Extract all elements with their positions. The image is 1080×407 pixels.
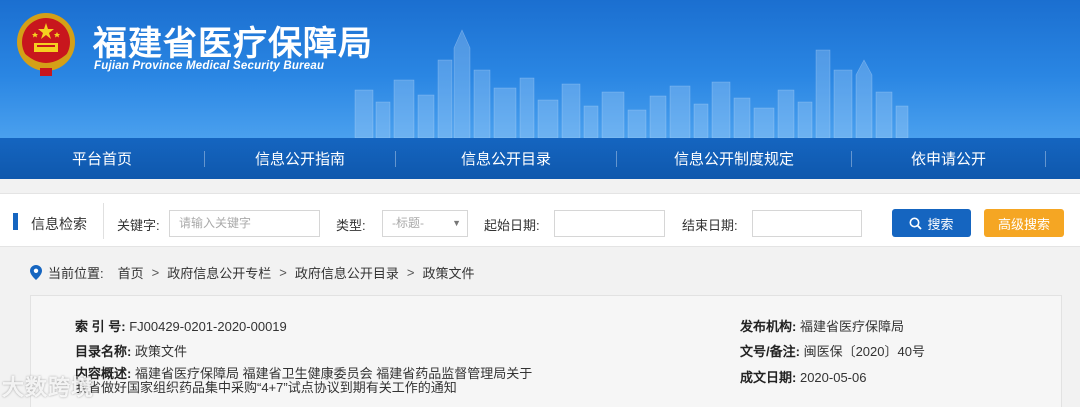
search-title: 信息检索 [31, 216, 87, 232]
docno-value: 闽医保〔2020〕40号 [803, 344, 925, 359]
main-nav: 平台首页 信息公开指南 信息公开目录 信息公开制度规定 依申请公开 [0, 138, 1080, 179]
date-row: 成文日期: 2020-05-06 [740, 367, 866, 386]
start-date-label: 起始日期: [484, 218, 540, 233]
chevron-down-icon: ▼ [452, 218, 461, 228]
search-button[interactable]: 搜索 [892, 209, 971, 237]
site-title: 福建省医疗保障局 [93, 24, 373, 64]
publisher-value: 福建省医疗保障局 [799, 319, 904, 334]
nav-divider [1045, 150, 1046, 167]
summary-value: 福建省医疗保障局 福建省卫生健康委员会 福建省药品监督管理局关于我省做好国家组织… [75, 366, 533, 395]
breadcrumb-separator: > [279, 265, 287, 280]
breadcrumb-item-home[interactable]: 首页 [118, 263, 144, 282]
search-panel: 信息检索 关键字: 请输入关键字 类型: -标题- ▼ 起始日期: 结束日期: … [0, 193, 1080, 247]
document-info-card: 索 引 号: FJ00429-0201-2020-00019 目录名称: 政策文… [30, 295, 1062, 407]
type-select-value: -标题- [392, 216, 424, 230]
publisher-row: 发布机构: 福建省医疗保障局 [740, 316, 904, 335]
site-title-en: Fujian Province Medical Security Bureau [94, 60, 325, 72]
breadcrumb-separator: > [151, 265, 160, 280]
header-banner: 福建省医疗保障局 Fujian Province Medical Securit… [0, 0, 1080, 138]
index-value: FJ00429-0201-2020-00019 [129, 319, 287, 334]
start-date-input[interactable] [554, 210, 665, 237]
location-pin-icon [30, 265, 42, 280]
breadcrumb-item-policy[interactable]: 政策文件 [422, 263, 474, 282]
search-title-marker [13, 213, 18, 230]
breadcrumb-prefix: 当前位置: [48, 266, 104, 281]
summary-row: 内容概述: 福建省医疗保障局 福建省卫生健康委员会 福建省药品监督管理局关于我省… [75, 367, 545, 395]
search-icon [909, 217, 923, 230]
city-skyline-graphic [354, 29, 909, 138]
search-button-label: 搜索 [927, 216, 954, 232]
publisher-label: 发布机构: [740, 319, 797, 334]
nav-item-rules[interactable]: 信息公开制度规定 [617, 138, 851, 179]
keyword-placeholder: 请输入关键字 [179, 216, 252, 230]
nav-item-home[interactable]: 平台首页 [0, 138, 204, 179]
advanced-search-button[interactable]: 高级搜索 [984, 209, 1064, 237]
search-divider [103, 203, 104, 239]
date-label: 成文日期: [740, 370, 797, 385]
nav-item-guide[interactable]: 信息公开指南 [205, 138, 395, 179]
breadcrumb-item-catalog[interactable]: 政府信息公开目录 [295, 263, 399, 282]
type-label: 类型: [336, 218, 366, 233]
index-label: 索 引 号: [75, 319, 126, 334]
docno-label: 文号/备注: [740, 344, 800, 359]
breadcrumb-separator: > [406, 265, 415, 280]
keyword-label: 关键字: [117, 218, 160, 233]
catalog-row: 目录名称: 政策文件 [75, 341, 187, 360]
advanced-search-label: 高级搜索 [997, 216, 1050, 232]
docno-row: 文号/备注: 闽医保〔2020〕40号 [740, 341, 925, 360]
nav-item-catalog[interactable]: 信息公开目录 [396, 138, 616, 179]
end-date-label: 结束日期: [682, 218, 738, 233]
breadcrumb: 当前位置: 首页 > 政府信息公开专栏 > 政府信息公开目录 > 政策文件 [30, 263, 480, 282]
catalog-label: 目录名称: [75, 344, 132, 359]
date-value: 2020-05-06 [799, 370, 867, 385]
national-emblem-icon [17, 13, 75, 76]
nav-item-apply[interactable]: 依申请公开 [852, 138, 1045, 179]
type-select[interactable]: -标题- ▼ [382, 210, 468, 237]
keyword-input[interactable]: 请输入关键字 [169, 210, 320, 237]
index-row: 索 引 号: FJ00429-0201-2020-00019 [75, 316, 287, 335]
watermark: 大数跨境 [2, 375, 95, 400]
breadcrumb-item-column[interactable]: 政府信息公开专栏 [167, 263, 271, 282]
end-date-input[interactable] [752, 210, 862, 237]
catalog-value: 政策文件 [134, 344, 187, 359]
